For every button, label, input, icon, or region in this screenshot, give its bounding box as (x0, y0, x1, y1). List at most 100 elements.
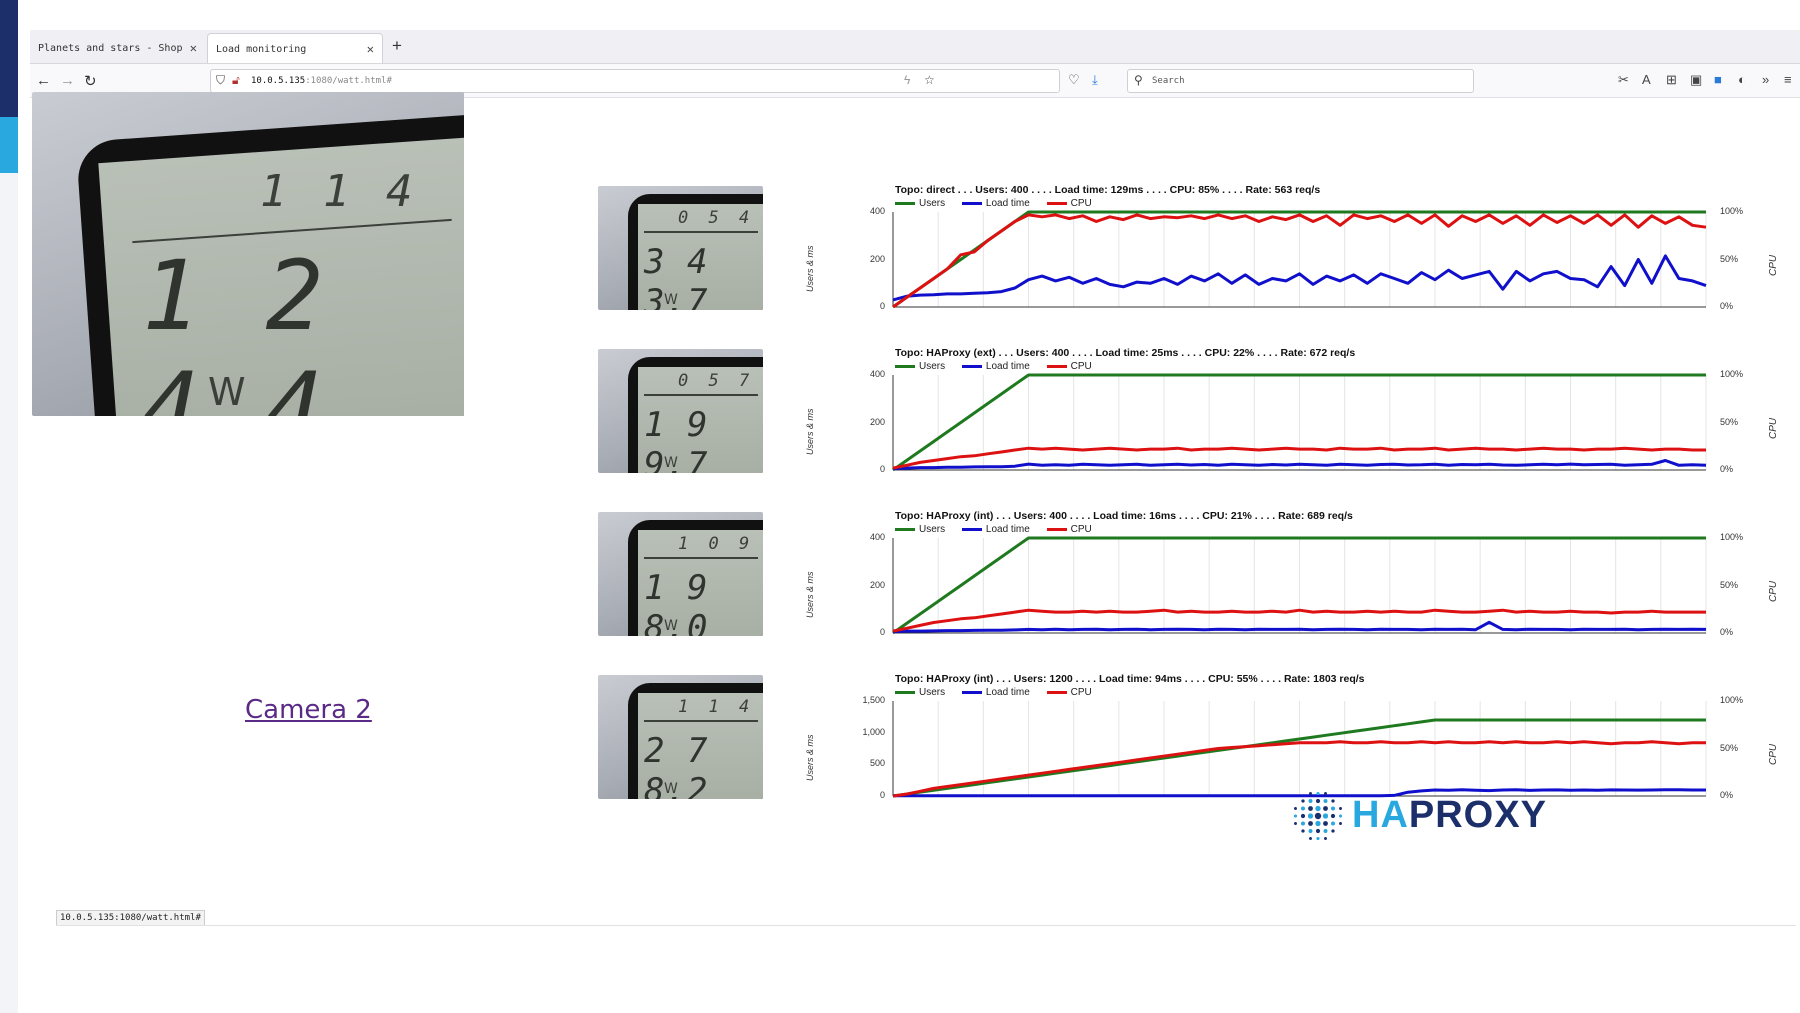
logo-dot (1293, 814, 1298, 818)
logo-dot (1301, 821, 1305, 826)
logo-dot (1339, 822, 1342, 825)
insecure-lock-icon[interactable]: 🔓︎ (232, 73, 240, 88)
meter-main-reading: 1 9 9.7 (644, 405, 709, 473)
logo-dot (1316, 791, 1320, 796)
y-tick-label: 400 (869, 369, 885, 379)
logo-dot (1323, 799, 1328, 803)
y2-tick-label: 0% (1720, 627, 1734, 637)
meter-top-reading: 1 1 4 (260, 166, 418, 217)
y2-tick-label: 100% (1720, 532, 1744, 542)
reload-icon[interactable]: ↻ (84, 72, 97, 90)
meter-unit: W (664, 781, 678, 797)
logo-dot (1331, 806, 1335, 811)
chart-plot (892, 373, 1707, 472)
meter-main-reading: 3 4 3.7 (644, 242, 709, 310)
meter-separator (644, 231, 758, 233)
camera-2-link[interactable]: Camera 2 (245, 695, 372, 725)
tab-load-monitoring[interactable]: Load monitoring ✕ (207, 33, 383, 63)
meter-top-reading: 1 0 9 (678, 534, 755, 554)
load-chart: Topo: direct . . . Users: 400 . . . . Lo… (805, 184, 1779, 334)
sidebar-icon[interactable]: ▣ (1690, 72, 1702, 88)
meter-separator (644, 720, 758, 722)
y-tick-label: 400 (869, 532, 885, 542)
y-tick-label: 0 (879, 627, 885, 637)
forward-arrow-icon[interactable]: → (60, 72, 75, 89)
y2-tick-label: 50% (1720, 579, 1739, 590)
logo-dot (1308, 799, 1313, 803)
logo-dot (1323, 806, 1328, 811)
tab-label: Load monitoring (216, 44, 307, 55)
hamburger-menu-icon[interactable]: ≡ (1784, 72, 1792, 87)
y-tick-label: 1,500 (862, 695, 885, 705)
chart-plot (892, 536, 1707, 635)
logo-dot (1330, 813, 1336, 819)
y-tick-label: 0 (879, 464, 885, 474)
logo-dot (1308, 821, 1313, 826)
address-bar[interactable]: ⛉ 🔓︎ 10.0.5.135:1080/watt.html# ϟ ☆ (210, 69, 1060, 93)
logo-dot (1316, 836, 1320, 841)
y-tick-label: 200 (869, 416, 885, 427)
logo-dot (1300, 813, 1306, 819)
logo-dot (1331, 799, 1335, 803)
y-tick-label: 0 (879, 301, 885, 311)
slide-accent-bar (0, 0, 18, 1013)
tab-close-icon[interactable]: ✕ (367, 42, 374, 56)
meter-separator (644, 557, 758, 559)
tab-bar: Planets and stars - Shop ✕ Load monitori… (30, 30, 1800, 64)
meter-thumbnail: 1 0 9 1 9 8.0 W (598, 512, 763, 636)
meter-unit: W (208, 370, 246, 414)
bookmark-star-icon[interactable]: ☆ (924, 73, 935, 87)
overflow-chevron-icon[interactable]: » (1762, 72, 1769, 87)
meter-top-reading: 1 1 4 (678, 697, 755, 717)
search-bar[interactable]: ⚲ Search (1127, 69, 1474, 93)
logo-dot (1301, 799, 1305, 803)
logo-dot (1294, 822, 1297, 825)
extension-badge-icon[interactable]: ■ (1714, 72, 1722, 87)
logo-dot (1324, 792, 1327, 795)
y2-tick-label: 50% (1720, 742, 1739, 753)
logo-dot (1322, 813, 1329, 819)
logo-dot (1315, 805, 1321, 812)
search-icon: ⚲ (1134, 73, 1143, 87)
meter-main-reading: 1 2 4.4 (142, 240, 328, 416)
back-arrow-icon[interactable]: ← (36, 72, 51, 89)
extension-grid-icon[interactable]: ⊞ (1666, 72, 1677, 88)
new-tab-plus-icon[interactable]: + (392, 36, 402, 56)
logo-dot (1309, 837, 1312, 840)
meter-main-reading: 2 7 8.2 (644, 731, 709, 799)
y2-tick-label: 0% (1720, 790, 1734, 800)
chart-plot (892, 210, 1707, 309)
logo-dot (1331, 821, 1335, 826)
tab-close-icon[interactable]: ✕ (190, 41, 197, 55)
logo-dot (1307, 813, 1314, 819)
accent-navy (0, 0, 18, 117)
logo-dot (1315, 798, 1321, 804)
logo-dot (1308, 806, 1313, 811)
container-icon[interactable]: ◐ (1738, 72, 1746, 87)
logo-dot (1331, 829, 1335, 833)
logo-dot (1323, 821, 1328, 826)
haproxy-mark-icon (1293, 791, 1343, 841)
pocket-icon[interactable]: ♡ (1068, 72, 1080, 88)
download-icon[interactable]: ⤓ (1092, 72, 1098, 88)
url-text[interactable]: 10.0.5.135:1080/watt.html# (251, 76, 392, 86)
logo-dot (1309, 792, 1312, 795)
reader-mode-icon[interactable]: ϟ (904, 73, 910, 87)
y2-tick-label: 0% (1720, 301, 1734, 311)
y-tick-label: 200 (869, 579, 885, 590)
url-host: 10.0.5.135 (251, 76, 306, 86)
camera-1-feed: 1 1 4 1 2 4.4 W (32, 92, 464, 416)
screenshot-icon[interactable]: ✂ (1618, 72, 1629, 88)
y2-tick-label: 50% (1720, 416, 1739, 427)
load-chart: Topo: HAProxy (int) . . . Users: 400 . .… (805, 510, 1779, 660)
meter-thumbnail: 1 1 4 2 7 8.2 W (598, 675, 763, 799)
url-path: :1080/watt.html# (305, 76, 392, 86)
translate-icon[interactable]: A (1642, 72, 1651, 87)
tab-planets-shop[interactable]: Planets and stars - Shop ✕ (30, 33, 205, 63)
shield-icon[interactable]: ⛉ (216, 73, 225, 88)
logo-dot (1339, 807, 1342, 810)
meter-top-reading: 0 5 7 (678, 371, 755, 391)
logo-dot (1324, 837, 1327, 840)
logo-dot (1301, 829, 1305, 833)
haproxy-wordmark: HAPROXY (1352, 794, 1547, 837)
